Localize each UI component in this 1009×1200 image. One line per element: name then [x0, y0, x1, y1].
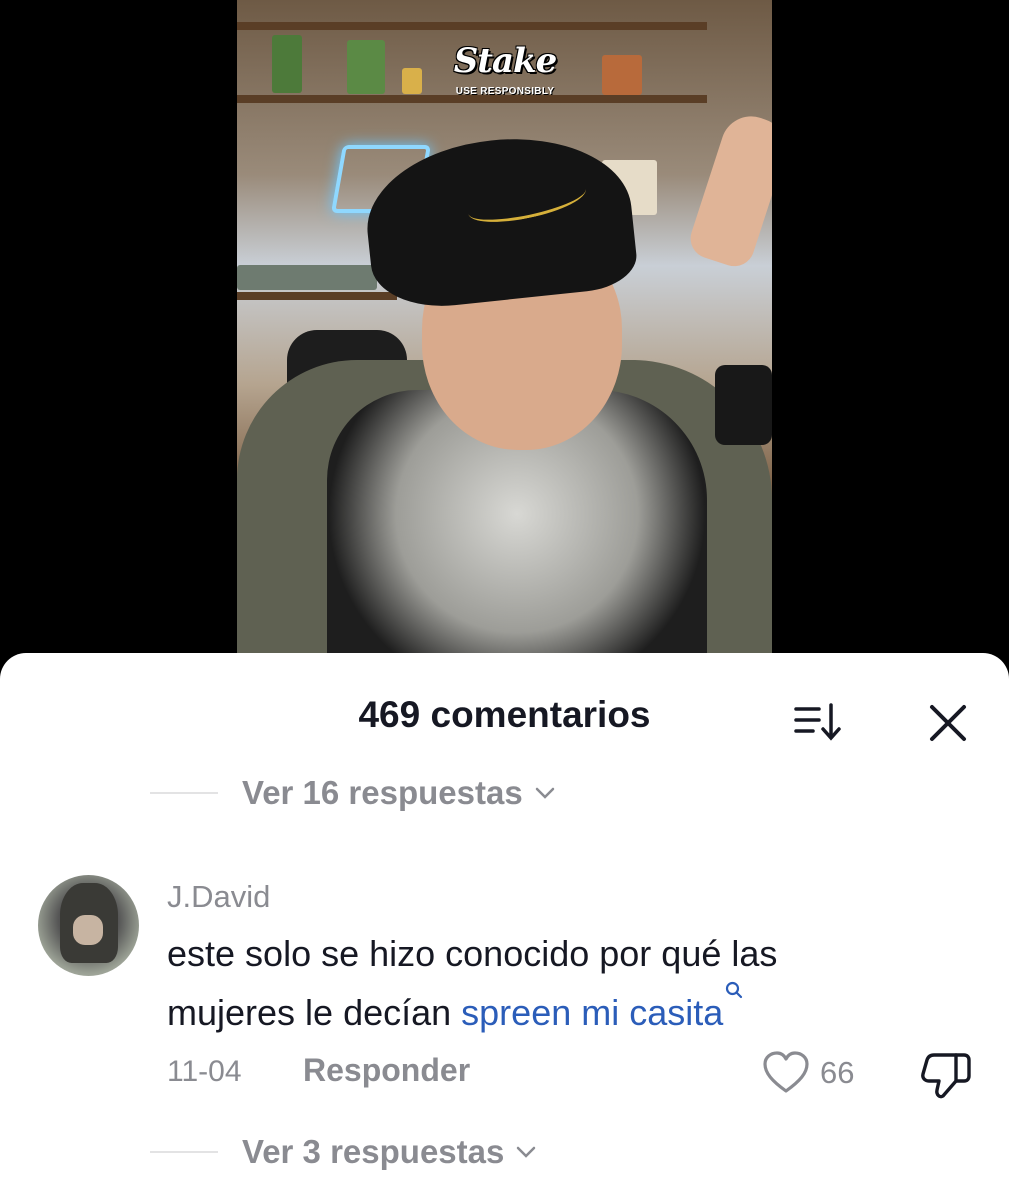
microphone: [715, 365, 772, 445]
figurine-decoration: [402, 68, 422, 94]
reply-button[interactable]: Responder: [303, 1052, 470, 1089]
figurine-decoration: [602, 55, 642, 95]
divider-line: [150, 792, 218, 794]
chevron-down-icon: [535, 787, 554, 799]
sort-button[interactable]: [793, 701, 845, 745]
like-count: 66: [820, 1055, 855, 1090]
divider-line: [150, 1151, 218, 1153]
books-decoration: [237, 265, 377, 290]
shelf: [237, 292, 397, 300]
view-replies-label: Ver 16 respuestas: [242, 774, 523, 811]
dislike-button[interactable]: [920, 1049, 972, 1101]
video-player[interactable]: Stake USE RESPONSIBLY: [0, 0, 1009, 700]
comments-sheet: 469 comentarios Ver 16 respuestas J.Davi…: [0, 653, 1009, 1200]
view-replies-button[interactable]: Ver 16 respuestas: [150, 773, 555, 813]
close-icon: [930, 705, 966, 741]
stake-logo: Stake USE RESPONSIBLY: [445, 37, 565, 113]
avatar-face: [73, 915, 103, 945]
plant-decoration: [347, 40, 385, 94]
chevron-down-icon: [517, 1146, 536, 1158]
comment-item: J.David este solo se hizo conocido por q…: [0, 865, 1009, 1105]
heart-icon: [763, 1051, 809, 1093]
search-icon[interactable]: [725, 981, 743, 999]
comment-username[interactable]: J.David: [167, 879, 270, 915]
shelf: [237, 22, 707, 30]
thumbs-down-icon: [921, 1053, 971, 1099]
comment-date: 11-04: [167, 1055, 242, 1088]
avatar[interactable]: [38, 875, 139, 976]
close-button[interactable]: [926, 701, 970, 745]
brand-name: Stake: [453, 41, 557, 81]
comments-header: 469 comentarios: [0, 653, 1009, 783]
search-link[interactable]: spreen mi casita: [461, 992, 723, 1033]
comments-count-title: 469 comentarios: [358, 694, 651, 735]
like-button[interactable]: [762, 1051, 810, 1095]
raised-hand: [685, 108, 772, 272]
plant-decoration: [272, 35, 302, 93]
comment-text: este solo se hizo conocido por qué las m…: [167, 927, 907, 1040]
sort-icon: [794, 703, 841, 741]
view-replies-button[interactable]: Ver 3 respuestas: [150, 1132, 536, 1172]
view-replies-label: Ver 3 respuestas: [242, 1133, 505, 1170]
brand-tagline: USE RESPONSIBLY: [455, 86, 555, 97]
